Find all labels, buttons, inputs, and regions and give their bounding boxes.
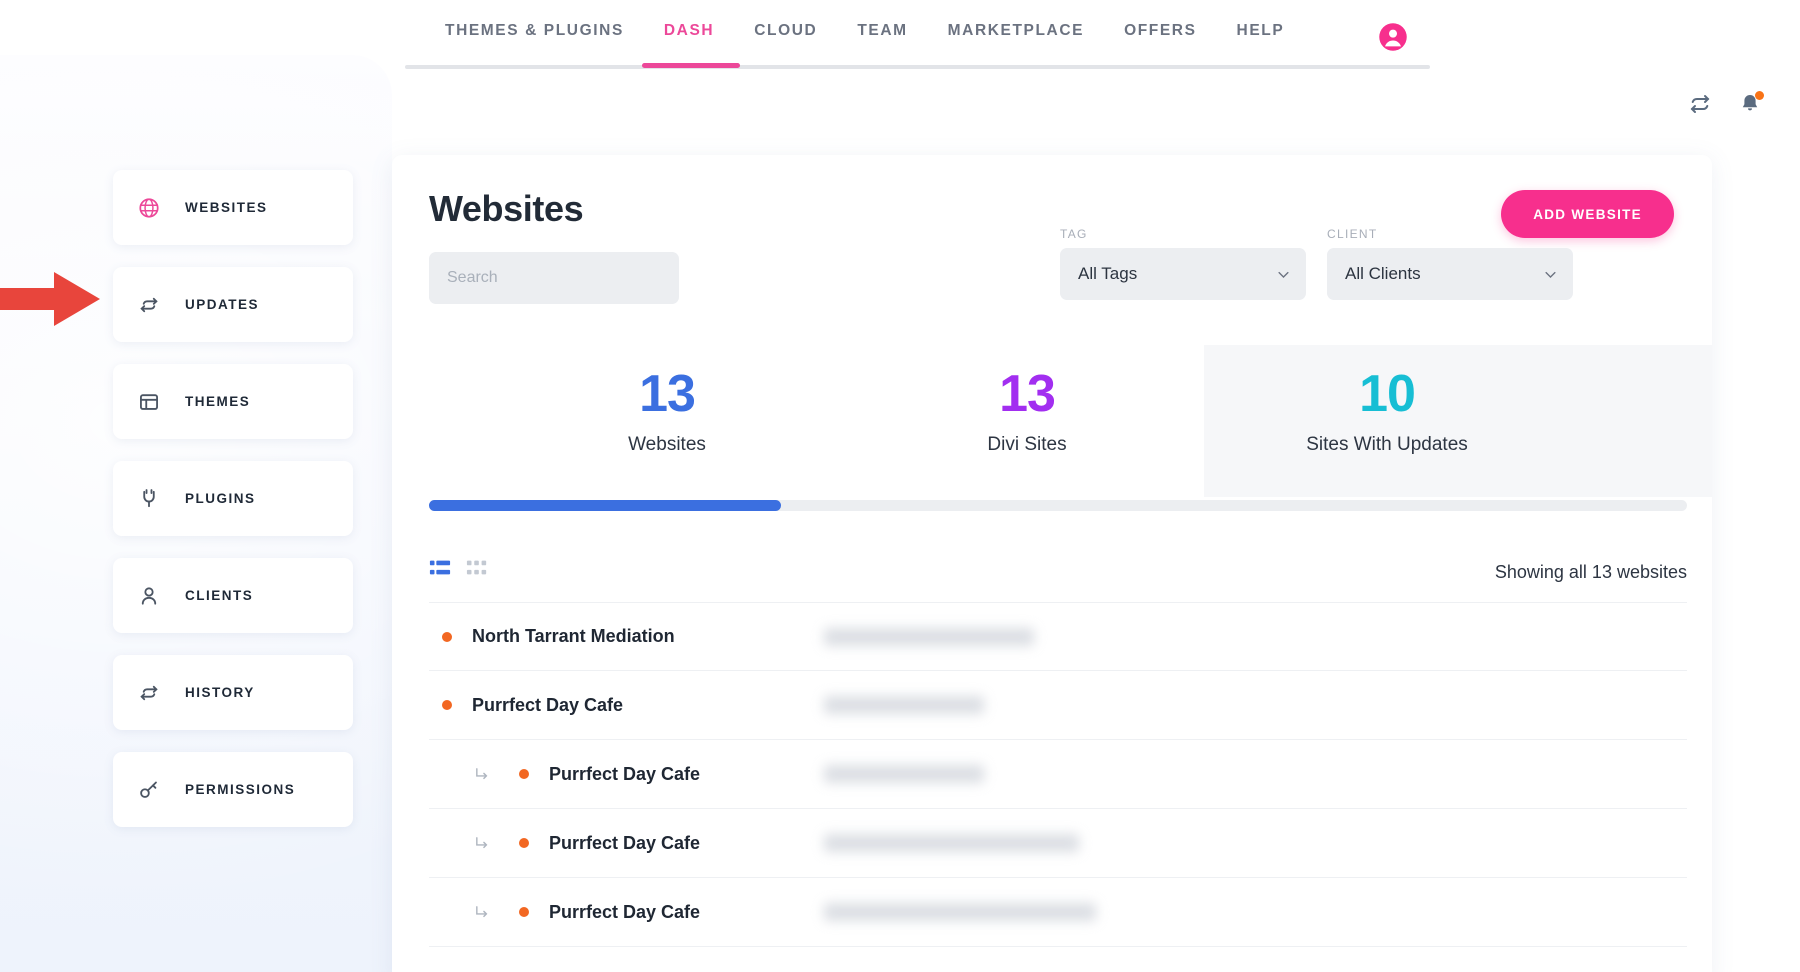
client-filter-select[interactable]: All Clients [1327,248,1573,300]
tab-cloud[interactable]: CLOUD [734,0,837,62]
status-dot [519,907,529,917]
stat-label: Divi Sites [847,434,1207,456]
website-url-redacted [824,834,1079,852]
website-name: Purrfect Day Cafe [472,695,623,716]
showing-count-label: Showing all 13 websites [1495,562,1687,583]
red-arrow-annotation [0,270,102,333]
top-nav-items: THEMES & PLUGINSDASHCLOUDTEAMMARKETPLACE… [405,0,1430,62]
user-icon [138,585,160,607]
stat-label: Sites With Updates [1207,434,1567,456]
sidebar-item-label: CLIENTS [185,588,253,603]
stat-label: Websites [487,434,847,456]
website-name: North Tarrant Mediation [472,626,675,647]
grid-view-icon [466,557,488,579]
sidebar-item-history[interactable]: HISTORY [113,655,353,730]
tag-filter-select[interactable]: All Tags [1060,248,1306,300]
notifications-button[interactable] [1738,92,1762,116]
progress-fill [429,500,781,511]
list-view-icon [429,557,451,579]
sidebar-item-plugins[interactable]: PLUGINS [113,461,353,536]
sidebar-item-label: PERMISSIONS [185,782,295,797]
stat-value: 10 [1207,367,1567,422]
status-dot [442,700,452,710]
list-view-button[interactable] [429,557,451,579]
avatar[interactable] [1378,22,1408,52]
tab-dash[interactable]: DASH [644,0,734,62]
subsite-arrow-icon [474,766,491,783]
client-filter-label: CLIENT [1327,227,1573,241]
key-icon [138,779,160,801]
list-toolbar: Showing all 13 websites [429,557,1687,605]
website-name: Purrfect Day Cafe [549,833,700,854]
website-list: North Tarrant Mediation Purrfect Day Cafe… [429,602,1687,947]
website-row[interactable]: North Tarrant Mediation [429,602,1687,671]
stat-card-divi-sites: 13 Divi Sites [847,367,1207,456]
sidebar-item-label: UPDATES [185,297,259,312]
tab-team[interactable]: TEAM [837,0,927,62]
stat-value: 13 [487,367,847,422]
sidebar-item-label: HISTORY [185,685,255,700]
tab-help[interactable]: HELP [1217,0,1305,62]
subsite-arrow-icon [474,835,491,852]
website-url-redacted [824,903,1096,921]
sidebar-item-label: WEBSITES [185,200,268,215]
refresh-icon [138,682,160,704]
sidebar-item-clients[interactable]: CLIENTS [113,558,353,633]
website-url-redacted [824,628,1034,646]
red-arrow-right-icon [0,270,102,328]
website-name: Purrfect Day Cafe [549,764,700,785]
sidebar-item-updates[interactable]: UPDATES [113,267,353,342]
window-icon [138,391,160,413]
top-nav-underline-track [405,65,1430,69]
tab-offers[interactable]: OFFERS [1104,0,1216,62]
sidebar-item-label: PLUGINS [185,491,256,506]
tab-marketplace[interactable]: MARKETPLACE [928,0,1104,62]
website-url-redacted [824,696,984,714]
status-dot [519,769,529,779]
top-navigation: THEMES & PLUGINSDASHCLOUDTEAMMARKETPLACE… [405,0,1430,68]
status-dot [442,632,452,642]
stat-card-websites: 13 Websites [487,367,847,456]
chevron-down-icon [1543,267,1558,282]
refresh-icon [1688,92,1712,116]
sidebar-item-label: THEMES [185,394,250,409]
website-row[interactable]: Purrfect Day Cafe [429,809,1687,878]
stat-value: 13 [847,367,1207,422]
page-title: Websites [429,188,583,230]
chevron-down-icon [1276,267,1291,282]
globe-icon [138,197,160,219]
sidebar-item-websites[interactable]: WEBSITES [113,170,353,245]
website-url-redacted [824,765,984,783]
stats-row: 13Websites13Divi Sites10Sites With Updat… [392,345,1712,497]
client-filter: CLIENT All Clients [1327,227,1573,300]
stat-card-sites-with-updates: 10 Sites With Updates [1207,367,1567,456]
tag-filter-value: All Tags [1078,264,1137,284]
website-row[interactable]: Purrfect Day Cafe [429,671,1687,740]
website-row[interactable]: Purrfect Day Cafe [429,878,1687,947]
client-filter-value: All Clients [1345,264,1421,284]
refresh-icon [138,294,160,316]
sidebar-item-themes[interactable]: THEMES [113,364,353,439]
main-panel: Websites ADD WEBSITE TAG All Tags CLIENT… [392,155,1712,972]
top-nav-active-indicator [642,63,740,68]
user-circle-icon [1378,22,1408,52]
search-input[interactable] [429,252,679,304]
sidebar: WEBSITES UPDATES THEMES PLUGINS CLIENTS HISTO… [113,170,353,849]
tag-filter: TAG All Tags [1060,227,1306,300]
refresh-button[interactable] [1688,92,1712,116]
subsite-arrow-icon [474,904,491,921]
status-dot [519,838,529,848]
notification-badge [1755,91,1764,100]
app-root: THEMES & PLUGINSDASHCLOUDTEAMMARKETPLACE… [0,0,1800,972]
website-row[interactable]: Purrfect Day Cafe [429,740,1687,809]
progress-track [429,500,1687,511]
utility-icon-bar [1688,92,1762,116]
grid-view-button[interactable] [466,557,488,579]
plug-icon [138,488,160,510]
tab-themes-plugins[interactable]: THEMES & PLUGINS [425,0,644,62]
sidebar-item-permissions[interactable]: PERMISSIONS [113,752,353,827]
tag-filter-label: TAG [1060,227,1306,241]
website-name: Purrfect Day Cafe [549,902,700,923]
